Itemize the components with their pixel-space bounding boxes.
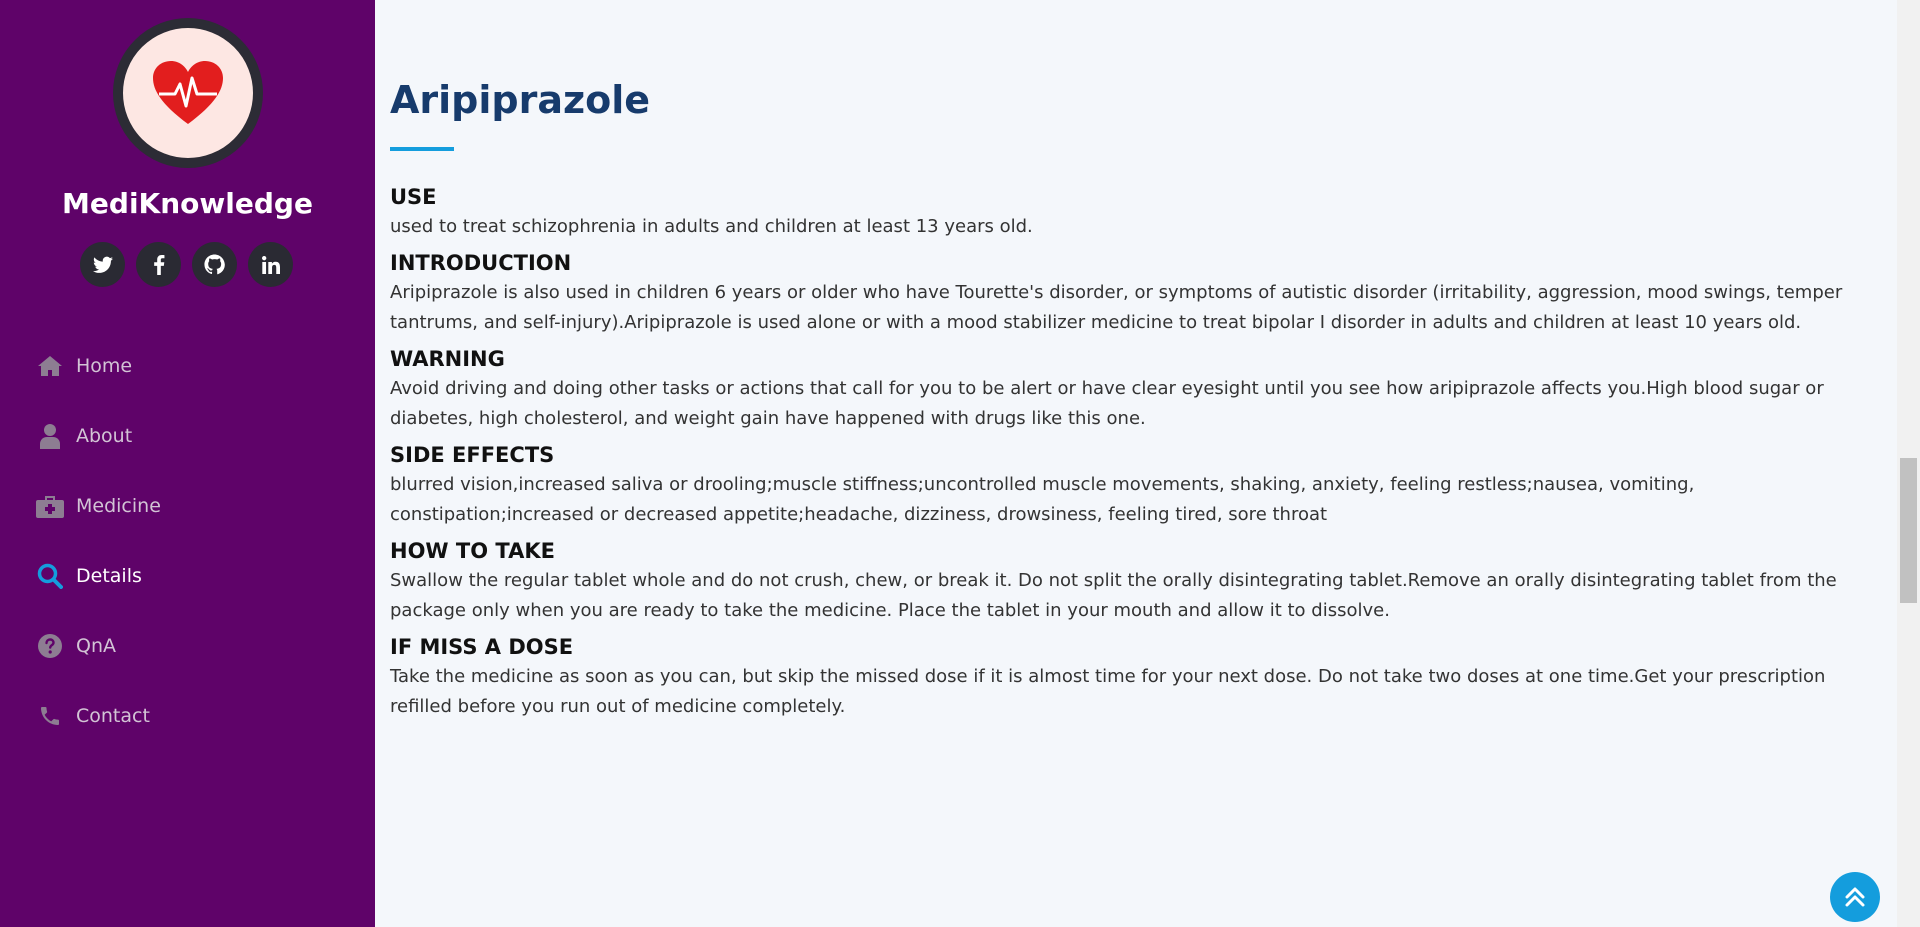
nav-label-medicine: Medicine (76, 495, 161, 517)
scrollbar[interactable] (1897, 0, 1920, 927)
linkedin-link[interactable] (248, 242, 293, 287)
heart-pulse-icon (153, 61, 223, 124)
nav-label-about: About (76, 425, 133, 447)
section-text: used to treat schizophrenia in adults an… (390, 216, 1033, 237)
github-icon (204, 254, 225, 275)
medkit-icon (36, 492, 64, 520)
nav-item-qna[interactable]: QnA (36, 611, 356, 681)
question-circle-icon (36, 632, 64, 660)
nav-label-qna: QnA (76, 635, 116, 657)
section-text: Avoid driving and doing other tasks or a… (390, 378, 1824, 429)
home-icon (36, 352, 64, 380)
section-how-to-take: HOW TO TAKE Swallow the regular tablet w… (390, 536, 1890, 626)
section-text: Aripiprazole is also used in children 6 … (390, 282, 1843, 333)
twitter-link[interactable] (80, 242, 125, 287)
back-to-top-button[interactable] (1830, 872, 1880, 922)
nav-item-contact[interactable]: Contact (36, 681, 356, 751)
section-text: Swallow the regular tablet whole and do … (390, 570, 1837, 621)
section-text: blurred vision,increased saliva or drool… (390, 474, 1695, 525)
section-heading: SIDE EFFECTS (390, 443, 555, 467)
section-introduction: INTRODUCTION Aripiprazole is also used i… (390, 248, 1890, 338)
section-heading: HOW TO TAKE (390, 539, 555, 563)
sidebar: MediKnowledge Home About Medicine Detail… (0, 0, 375, 927)
nav-item-home[interactable]: Home (36, 331, 356, 401)
medicine-details: USE used to treat schizophrenia in adult… (390, 176, 1890, 722)
nav-item-medicine[interactable]: Medicine (36, 471, 356, 541)
section-heading: IF MISS A DOSE (390, 635, 574, 659)
title-underline (390, 147, 454, 151)
main-content: Aripiprazole USE used to treat schizophr… (375, 0, 1895, 927)
search-icon (36, 562, 64, 590)
github-link[interactable] (192, 242, 237, 287)
section-missed-dose: IF MISS A DOSE Take the medicine as soon… (390, 632, 1890, 722)
section-heading: USE (390, 185, 437, 209)
scrollbar-thumb[interactable] (1900, 458, 1917, 603)
section-heading: INTRODUCTION (390, 251, 572, 275)
logo[interactable] (113, 18, 263, 168)
section-side-effects: SIDE EFFECTS blurred vision,increased sa… (390, 440, 1890, 530)
nav-label-details: Details (76, 565, 142, 587)
site-name[interactable]: MediKnowledge (0, 187, 375, 220)
social-links (80, 242, 293, 287)
twitter-icon (92, 256, 113, 273)
nav-label-contact: Contact (76, 705, 150, 727)
user-icon (36, 422, 64, 450)
page-title: Aripiprazole (390, 78, 651, 122)
section-use: USE used to treat schizophrenia in adult… (390, 182, 1890, 242)
phone-icon (36, 702, 64, 730)
main-nav: Home About Medicine Details QnA Contact (36, 331, 356, 751)
section-warning: WARNING Avoid driving and doing other ta… (390, 344, 1890, 434)
nav-label-home: Home (76, 355, 133, 377)
linkedin-icon (261, 255, 280, 274)
nav-item-details[interactable]: Details (36, 541, 356, 611)
facebook-link[interactable] (136, 242, 181, 287)
nav-item-about[interactable]: About (36, 401, 356, 471)
facebook-icon (153, 254, 164, 275)
section-heading: WARNING (390, 347, 505, 371)
section-text: Take the medicine as soon as you can, bu… (390, 666, 1826, 717)
double-chevron-up-icon (1845, 887, 1865, 907)
